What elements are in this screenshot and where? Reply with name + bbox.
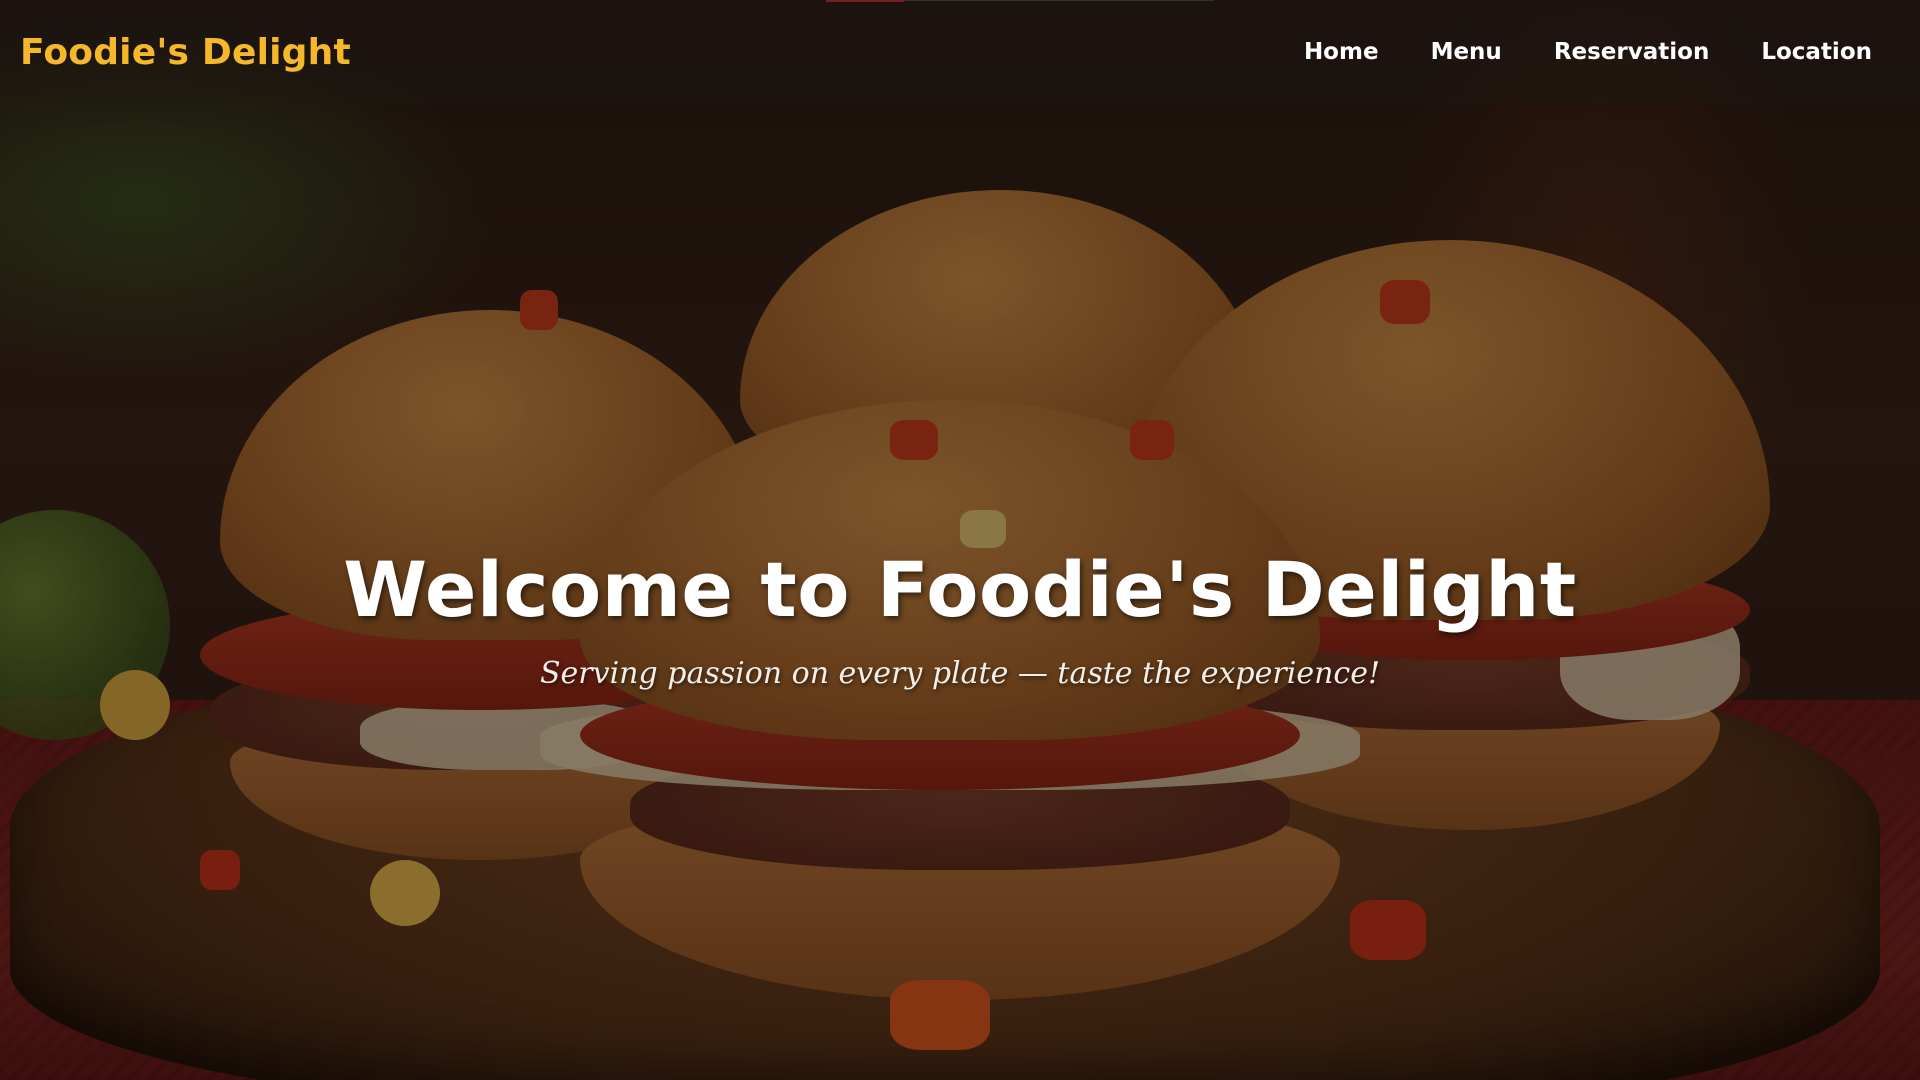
hero-overlay — [0, 0, 1920, 1080]
nav-link-menu[interactable]: Menu — [1431, 39, 1502, 65]
nav-link-home[interactable]: Home — [1304, 39, 1379, 65]
hero-title: Welcome to Foodie's Delight — [343, 545, 1577, 634]
brand-logo[interactable]: Foodie's Delight — [20, 32, 351, 73]
nav-link-location[interactable]: Location — [1761, 39, 1872, 65]
nav-links: Home Menu Reservation Location — [1304, 39, 1872, 65]
navbar: Foodie's Delight Home Menu Reservation L… — [0, 0, 1920, 104]
hero-section: Welcome to Foodie's Delight Serving pass… — [0, 545, 1920, 691]
nav-link-reservation[interactable]: Reservation — [1554, 39, 1710, 65]
hero-subtitle: Serving passion on every plate — taste t… — [539, 656, 1380, 691]
landing-page: Foodie's Delight Home Menu Reservation L… — [0, 0, 1920, 1080]
hero-background-image — [0, 0, 1920, 1080]
